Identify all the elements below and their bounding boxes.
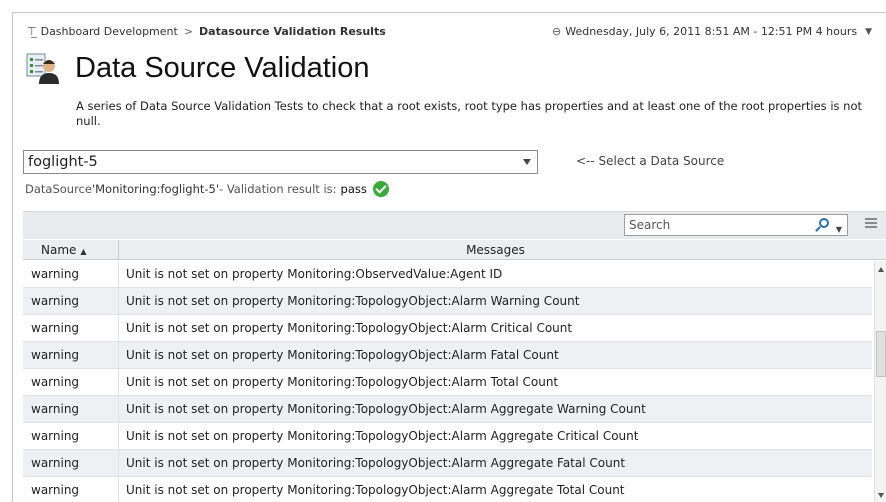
breadcrumb-separator: > <box>183 25 194 38</box>
row-name-cell: warning <box>23 477 119 502</box>
status-prefix: DataSource <box>25 182 92 196</box>
table-body: warning Unit is not set on property Monit… <box>23 261 872 502</box>
column-header-messages[interactable]: Messages <box>119 240 872 260</box>
dashboard-frame: ⊤̲ Dashboard Development > Datasource Va… <box>12 12 886 502</box>
row-message-cell: Unit is not set on property Monitoring:O… <box>126 267 503 281</box>
table-row[interactable]: warning Unit is not set on property Monit… <box>23 369 872 396</box>
row-message-cell: Unit is not set on property Monitoring:T… <box>126 321 573 335</box>
row-name-cell: warning <box>23 288 119 314</box>
page-description: A series of Data Source Validation Tests… <box>76 99 863 128</box>
validation-status: DataSource 'Monitoring:foglight-5' - Val… <box>25 181 389 197</box>
row-message-cell: Unit is not set on property Monitoring:T… <box>126 456 626 470</box>
scroll-down-arrow-icon[interactable] <box>878 493 884 498</box>
search-icon[interactable] <box>819 218 829 228</box>
dashboard-home-icon[interactable]: ⊤̲ <box>27 25 37 38</box>
status-datasource-name: 'Monitoring:foglight-5' <box>91 182 220 196</box>
chevron-down-icon[interactable]: ▼ <box>865 27 872 37</box>
table-header: Name ▲ Messages <box>23 240 886 260</box>
breadcrumb-current: Datasource Validation Results <box>199 25 386 38</box>
row-name-cell: warning <box>23 342 119 368</box>
table-row[interactable]: warning Unit is not set on property Monit… <box>23 315 872 342</box>
row-name-cell: warning <box>23 423 119 449</box>
table-row[interactable]: warning Unit is not set on property Monit… <box>23 450 872 477</box>
page-header: Data Source Validation <box>25 51 369 85</box>
row-message-cell: Unit is not set on property Monitoring:T… <box>126 483 625 497</box>
table-row[interactable]: warning Unit is not set on property Monit… <box>23 342 872 369</box>
sort-ascending-icon: ▲ <box>80 247 87 256</box>
time-range-selector[interactable]: ⊖ Wednesday, July 6, 2011 8:51 AM - 12:5… <box>552 25 872 38</box>
dropdown-arrow-icon[interactable] <box>523 159 531 165</box>
table-toolbar: Search ▼ <box>23 211 886 239</box>
datasource-dropdown[interactable]: foglight-5 <box>23 150 538 174</box>
row-message-cell: Unit is not set on property Monitoring:T… <box>126 375 559 389</box>
row-message-cell: Unit is not set on property Monitoring:T… <box>126 429 639 443</box>
column-menu-icon[interactable] <box>865 218 877 230</box>
row-name-cell: warning <box>23 261 119 287</box>
column-header-name-label: Name <box>41 243 77 257</box>
search-placeholder: Search <box>629 218 671 232</box>
column-header-name[interactable]: Name ▲ <box>23 240 119 260</box>
table-scrollbar[interactable] <box>874 261 886 502</box>
row-message-cell: Unit is not set on property Monitoring:T… <box>126 402 646 416</box>
row-message-cell: Unit is not set on property Monitoring:T… <box>126 348 559 362</box>
table-row[interactable]: warning Unit is not set on property Monit… <box>23 288 872 315</box>
row-name-cell: warning <box>23 315 119 341</box>
row-name-cell: warning <box>23 369 119 395</box>
table-row[interactable]: warning Unit is not set on property Monit… <box>23 423 872 450</box>
messages-table: Name ▲ Messages warning Unit is not set on… <box>23 240 886 502</box>
breadcrumb: ⊤̲ Dashboard Development > Datasource Va… <box>27 25 386 38</box>
pass-check-icon <box>372 181 389 197</box>
status-middle: - Validation result is: <box>219 182 337 196</box>
table-row[interactable]: warning Unit is not set on property Monit… <box>23 477 872 502</box>
scrollbar-thumb[interactable] <box>876 331 886 377</box>
row-name-cell: warning <box>23 450 119 476</box>
datasource-selected-value: foglight-5 <box>28 154 98 170</box>
time-range-icon: ⊖ <box>552 25 562 38</box>
search-options-chevron-icon[interactable]: ▼ <box>836 220 842 240</box>
row-message-cell: Unit is not set on property Monitoring:T… <box>126 294 580 308</box>
breadcrumb-parent-link[interactable]: Dashboard Development <box>41 25 178 38</box>
table-row[interactable]: warning Unit is not set on property Monit… <box>23 261 872 288</box>
page-title: Data Source Validation <box>75 51 370 84</box>
status-result: pass <box>340 182 367 196</box>
search-input[interactable]: Search ▼ <box>624 214 848 236</box>
row-name-cell: warning <box>23 396 119 422</box>
datasource-hint: <-- Select a Data Source <box>576 154 725 168</box>
table-row[interactable]: warning Unit is not set on property Monit… <box>23 396 872 423</box>
validation-report-icon <box>25 51 59 85</box>
time-range-label: Wednesday, July 6, 2011 8:51 AM - 12:51 … <box>565 25 858 38</box>
scroll-up-arrow-icon[interactable] <box>878 267 884 272</box>
